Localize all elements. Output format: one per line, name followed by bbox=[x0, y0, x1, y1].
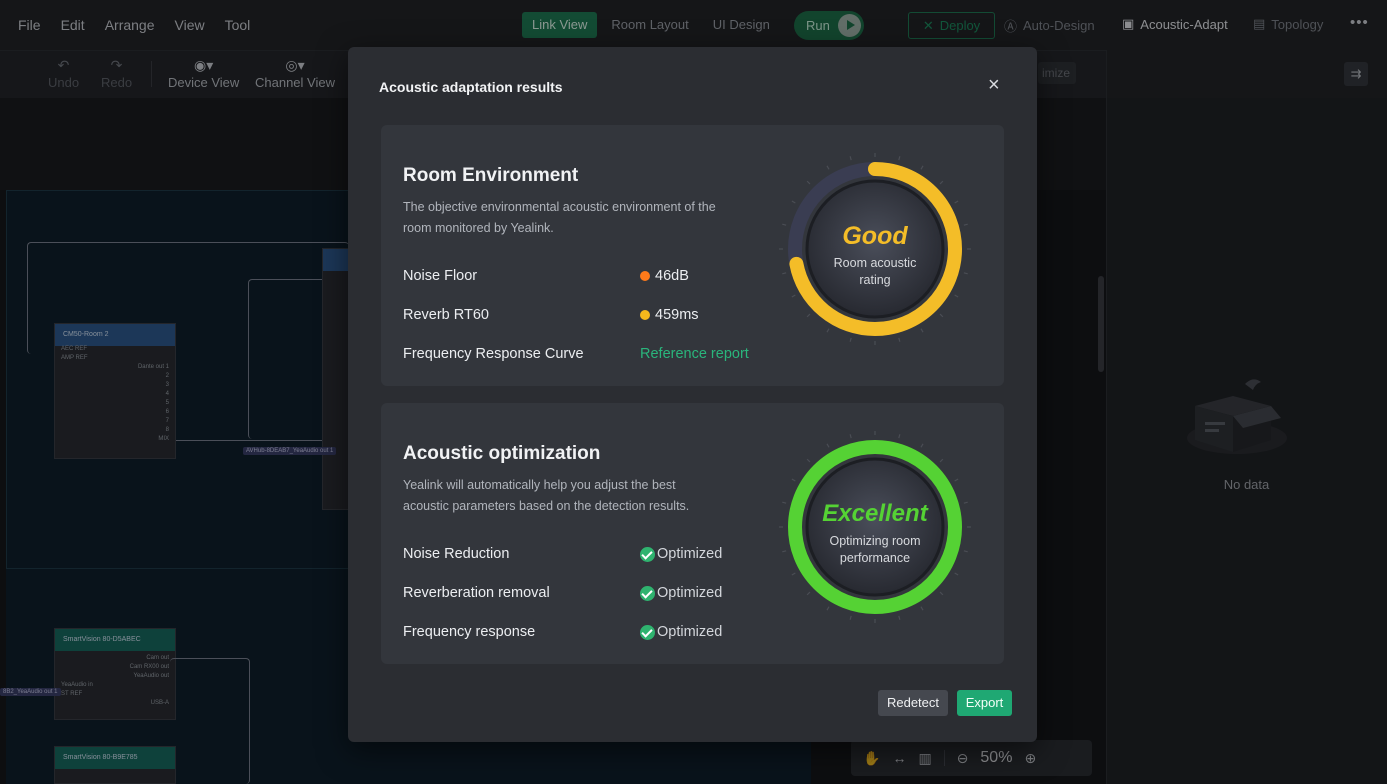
gauge-tick bbox=[826, 328, 830, 333]
gauge-tick bbox=[954, 478, 959, 482]
room-rating-gauge: Good Room acoustic rating bbox=[778, 152, 972, 346]
gauge-tick bbox=[954, 294, 959, 298]
close-icon[interactable]: × bbox=[988, 75, 1000, 95]
noise-floor-number: 46dB bbox=[655, 268, 689, 284]
gauge-tick bbox=[849, 615, 852, 620]
frequency-response-label: Frequency response bbox=[403, 624, 536, 640]
gauge-tick bbox=[849, 434, 852, 439]
gauge-tick bbox=[791, 478, 796, 482]
gauge-tick bbox=[806, 313, 811, 318]
gauge-tick bbox=[954, 200, 959, 204]
frequency-response-status: Optimized bbox=[640, 624, 722, 640]
check-icon bbox=[640, 624, 655, 640]
room-rating-text: Good bbox=[842, 222, 908, 250]
reference-report-link[interactable]: Reference report bbox=[640, 346, 749, 362]
freq-response-label: Frequency Response Curve bbox=[403, 346, 584, 362]
gauge-tick bbox=[898, 156, 901, 161]
optimization-rating-gauge: Excellent Optimizing room performance bbox=[778, 430, 972, 624]
reverberation-removal-status: Optimized bbox=[640, 585, 722, 601]
gauge-tick bbox=[806, 458, 811, 463]
gauge-tick bbox=[806, 180, 811, 185]
gauge-tick bbox=[826, 606, 830, 611]
optimization-title: Acoustic optimization bbox=[403, 443, 601, 464]
check-icon bbox=[640, 546, 655, 562]
room-environment-desc: The objective environmental acoustic env… bbox=[403, 200, 716, 235]
noise-floor-label: Noise Floor bbox=[403, 268, 478, 284]
status-dot bbox=[640, 271, 650, 281]
room-environment-card: Room Environment The objective environme… bbox=[381, 125, 1004, 386]
app-window: File Edit Arrange View Tool Link View Ro… bbox=[0, 0, 1387, 784]
gauge-tick bbox=[939, 458, 944, 463]
status-dot bbox=[640, 310, 650, 320]
gauge-tick bbox=[791, 200, 796, 204]
gauge-tick bbox=[791, 572, 796, 576]
room-rating-caption: Room acoustic rating bbox=[833, 256, 917, 287]
acoustic-results-dialog: Acoustic adaptation results × Room Envir… bbox=[348, 47, 1037, 742]
gauge-tick bbox=[898, 337, 901, 342]
optimization-rating-caption: Optimizing room performance bbox=[829, 534, 921, 565]
gauge-tick bbox=[898, 434, 901, 439]
gauge-tick bbox=[954, 572, 959, 576]
reverberation-removal-label: Reverberation removal bbox=[403, 585, 550, 601]
gauge-tick bbox=[826, 443, 830, 448]
check-icon bbox=[640, 585, 655, 601]
gauge-tick bbox=[806, 591, 811, 596]
reverb-number: 459ms bbox=[655, 307, 699, 323]
optimization-rating-text: Excellent bbox=[822, 500, 928, 527]
gauge-tick bbox=[826, 165, 830, 170]
dialog-title: Acoustic adaptation results bbox=[379, 79, 563, 95]
gauge-tick bbox=[920, 606, 924, 611]
redetect-button[interactable]: Redetect bbox=[878, 690, 948, 716]
room-environment-title: Room Environment bbox=[403, 165, 579, 186]
gauge-tick bbox=[939, 180, 944, 185]
noise-reduction-status: Optimized bbox=[640, 546, 722, 562]
gauge-tick bbox=[920, 165, 924, 170]
gauge-tick bbox=[849, 156, 852, 161]
reverb-value: 459ms bbox=[640, 307, 699, 323]
export-button[interactable]: Export bbox=[957, 690, 1012, 716]
gauge-tick bbox=[939, 313, 944, 318]
noise-floor-value: 46dB bbox=[640, 268, 689, 284]
gauge-tick bbox=[920, 443, 924, 448]
gauge-tick bbox=[920, 328, 924, 333]
status-text: Optimized bbox=[657, 624, 723, 640]
gauge-tick bbox=[939, 591, 944, 596]
optimization-desc: Yealink will automatically help you adju… bbox=[403, 478, 690, 513]
gauge-tick bbox=[791, 294, 796, 298]
reverb-label: Reverb RT60 bbox=[403, 307, 489, 323]
acoustic-optimization-card: Acoustic optimization Yealink will autom… bbox=[381, 403, 1004, 664]
status-text: Optimized bbox=[657, 546, 723, 562]
gauge-tick bbox=[849, 337, 852, 342]
noise-reduction-label: Noise Reduction bbox=[403, 546, 510, 562]
status-text: Optimized bbox=[657, 585, 723, 601]
gauge-tick bbox=[898, 615, 901, 620]
